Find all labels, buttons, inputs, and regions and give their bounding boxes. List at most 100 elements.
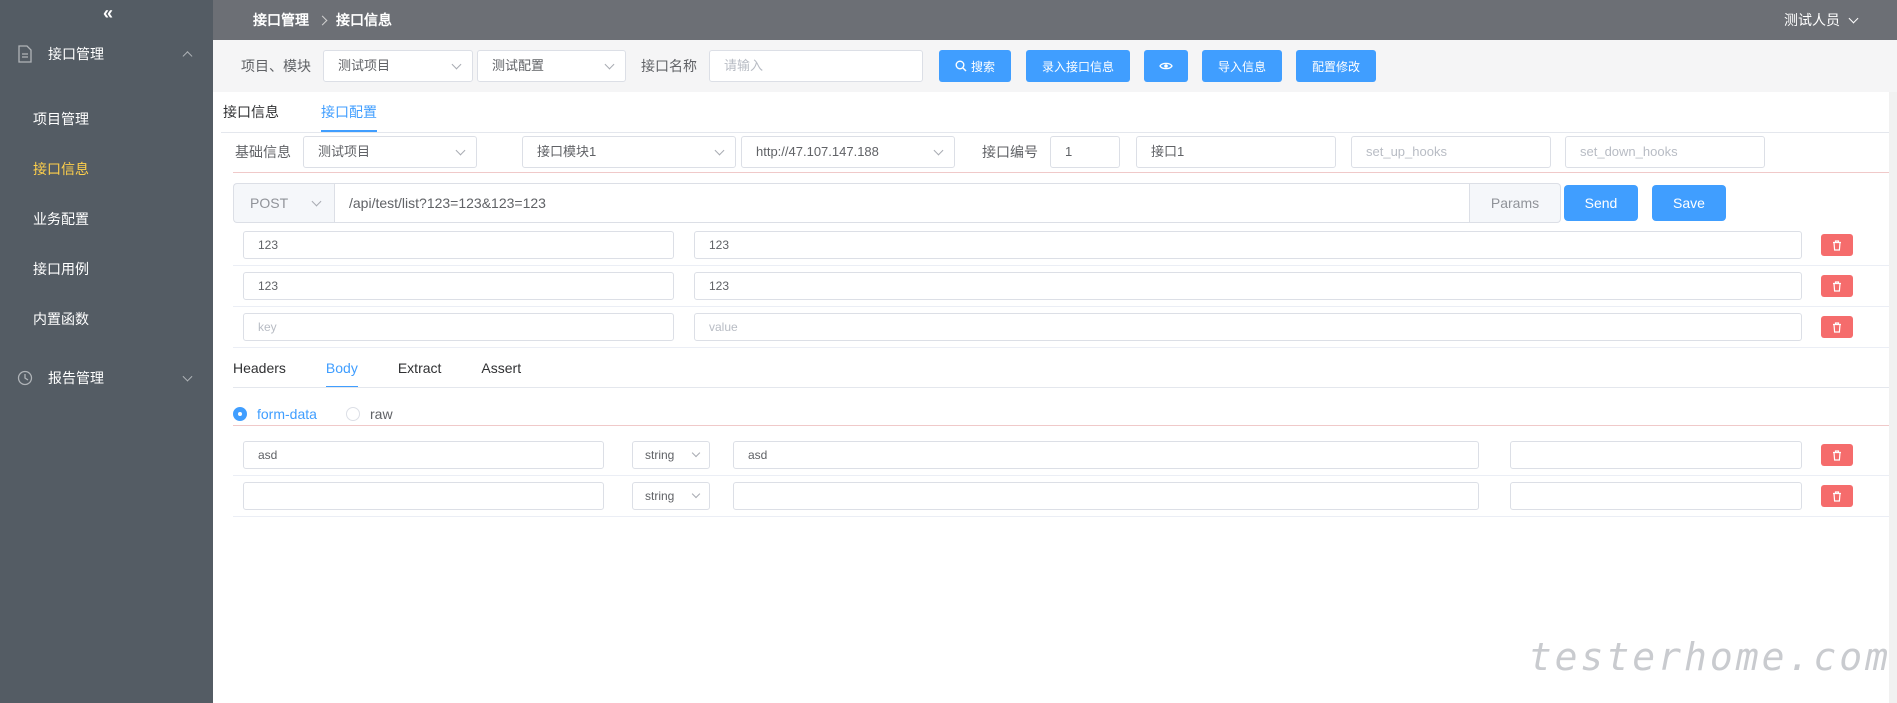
config-select-value: 测试配置 xyxy=(492,58,545,73)
delete-param-button[interactable] xyxy=(1821,234,1853,256)
project-select-value: 测试项目 xyxy=(338,58,391,73)
base-info-divider xyxy=(233,172,1889,173)
form-value-input[interactable] xyxy=(733,482,1479,510)
form-key-input[interactable]: asd xyxy=(243,441,604,469)
form-type-select[interactable]: string xyxy=(632,482,710,510)
method-select[interactable]: POST xyxy=(233,183,334,223)
chevron-down-icon xyxy=(1848,13,1859,23)
project-label: 项目、模块 xyxy=(241,58,311,74)
trash-icon xyxy=(1833,321,1841,333)
base-info-label: 基础信息 xyxy=(235,144,291,160)
sidebar-item-business-config[interactable]: 业务配置 xyxy=(0,194,213,244)
delete-form-row-button[interactable] xyxy=(1821,444,1853,466)
api-name-field[interactable]: 接口1 xyxy=(1136,136,1336,168)
param-value-input[interactable]: 123 xyxy=(694,272,1802,300)
param-value-input[interactable]: value xyxy=(694,313,1802,341)
config-select[interactable]: 测试配置 xyxy=(477,50,626,82)
menu-group-api[interactable]: 接口管理 xyxy=(0,28,213,80)
request-tabs: Headers Body Extract Assert xyxy=(233,348,561,388)
delete-form-row-button[interactable] xyxy=(1821,485,1853,507)
config-panel: 接口信息 接口配置 基础信息 测试项目 接口模块1 http://47.107.… xyxy=(213,92,1897,703)
scrollbar[interactable] xyxy=(1889,92,1897,703)
trash-icon xyxy=(1833,449,1841,461)
chevron-down-icon xyxy=(182,371,193,382)
base-host-select[interactable]: http://47.107.147.188 xyxy=(741,136,955,168)
tab-api-info[interactable]: 接口信息 xyxy=(223,92,279,132)
tab-assert[interactable]: Assert xyxy=(481,348,521,388)
base-project-value: 测试项目 xyxy=(318,144,371,159)
sidebar-item-api-info[interactable]: 接口信息 xyxy=(0,144,213,194)
top-header: 接口管理 接口信息 测试人员 xyxy=(213,0,1897,40)
document-icon xyxy=(16,45,34,63)
sidebar-item-api-cases[interactable]: 接口用例 xyxy=(0,244,213,294)
param-value-input[interactable]: 123 xyxy=(694,231,1802,259)
setup-hooks-input[interactable]: set_up_hooks xyxy=(1351,136,1551,168)
chevron-down-icon xyxy=(933,145,944,156)
breadcrumb-item[interactable]: 接口管理 xyxy=(253,10,309,30)
tab-headers[interactable]: Headers xyxy=(233,348,286,388)
clock-icon xyxy=(16,369,34,387)
delete-param-button[interactable] xyxy=(1821,316,1853,338)
url-input[interactable]: /api/test/list?123=123&123=123 xyxy=(334,183,1470,223)
form-desc-input[interactable] xyxy=(1510,482,1802,510)
form-desc-input[interactable] xyxy=(1510,441,1802,469)
config-edit-button[interactable]: 配置修改 xyxy=(1296,50,1376,82)
tab-api-config[interactable]: 接口配置 xyxy=(321,92,377,132)
main-tabs: 接口信息 接口配置 xyxy=(223,92,419,132)
param-key-input[interactable]: key xyxy=(243,313,674,341)
chevron-down-icon xyxy=(451,59,462,70)
radio-dot xyxy=(233,407,247,421)
tab-extract[interactable]: Extract xyxy=(398,348,442,388)
chevron-up-icon xyxy=(182,51,193,62)
row-divider xyxy=(233,475,1889,476)
base-project-select[interactable]: 测试项目 xyxy=(303,136,477,168)
sidebar-item-projects[interactable]: 项目管理 xyxy=(0,94,213,144)
form-type-value: string xyxy=(645,489,675,503)
collapse-sidebar-icon[interactable]: « xyxy=(0,0,213,28)
row-divider xyxy=(233,516,1889,517)
preview-button[interactable] xyxy=(1144,50,1188,82)
api-name-input[interactable]: 请输入 xyxy=(709,50,923,82)
radio-form-data[interactable]: form-data xyxy=(233,406,317,422)
form-type-select[interactable]: string xyxy=(632,441,710,469)
menu-group-reports[interactable]: 报告管理 xyxy=(0,352,213,404)
form-value-input[interactable]: asd xyxy=(733,441,1479,469)
radio-label: form-data xyxy=(257,406,317,422)
sidebar-item-builtin-functions[interactable]: 内置函数 xyxy=(0,294,213,344)
params-button[interactable]: Params xyxy=(1470,183,1561,223)
chevron-right-icon xyxy=(317,15,328,25)
sidebar: « 接口管理 项目管理 接口信息 业务配置 接口用例 内置函数 报告管理 xyxy=(0,0,213,703)
method-value: POST xyxy=(250,195,289,211)
radio-raw[interactable]: raw xyxy=(346,406,393,422)
menu-group-label: 接口管理 xyxy=(48,46,104,62)
body-type-divider xyxy=(233,425,1889,426)
base-module-select[interactable]: 接口模块1 xyxy=(522,136,736,168)
user-name: 测试人员 xyxy=(1784,12,1840,28)
row-divider xyxy=(233,306,1889,307)
chevron-down-icon xyxy=(714,145,725,156)
import-button[interactable]: 导入信息 xyxy=(1202,50,1282,82)
chevron-down-icon xyxy=(455,145,466,156)
eye-icon xyxy=(1159,62,1173,70)
project-select[interactable]: 测试项目 xyxy=(323,50,473,82)
save-button[interactable]: Save xyxy=(1652,185,1726,221)
chevron-down-icon xyxy=(311,196,322,207)
chevron-down-icon xyxy=(691,489,701,499)
form-key-input[interactable] xyxy=(243,482,604,510)
send-button[interactable]: Send xyxy=(1564,185,1638,221)
api-no-input[interactable]: 1 xyxy=(1050,136,1120,168)
trash-icon xyxy=(1833,239,1841,251)
menu-group-label: 报告管理 xyxy=(48,370,104,386)
radio-label: raw xyxy=(370,406,393,422)
breadcrumb-item: 接口信息 xyxy=(336,12,392,28)
trash-icon xyxy=(1833,490,1841,502)
delete-param-button[interactable] xyxy=(1821,275,1853,297)
param-key-input[interactable]: 123 xyxy=(243,272,674,300)
search-button[interactable]: 搜索 xyxy=(939,50,1011,82)
teardown-hooks-input[interactable]: set_down_hooks xyxy=(1565,136,1765,168)
tabs-divider xyxy=(221,132,1889,133)
user-menu[interactable]: 测试人员 xyxy=(1784,0,1859,40)
add-api-button[interactable]: 录入接口信息 xyxy=(1026,50,1130,82)
tab-body[interactable]: Body xyxy=(325,348,358,388)
param-key-input[interactable]: 123 xyxy=(243,231,674,259)
